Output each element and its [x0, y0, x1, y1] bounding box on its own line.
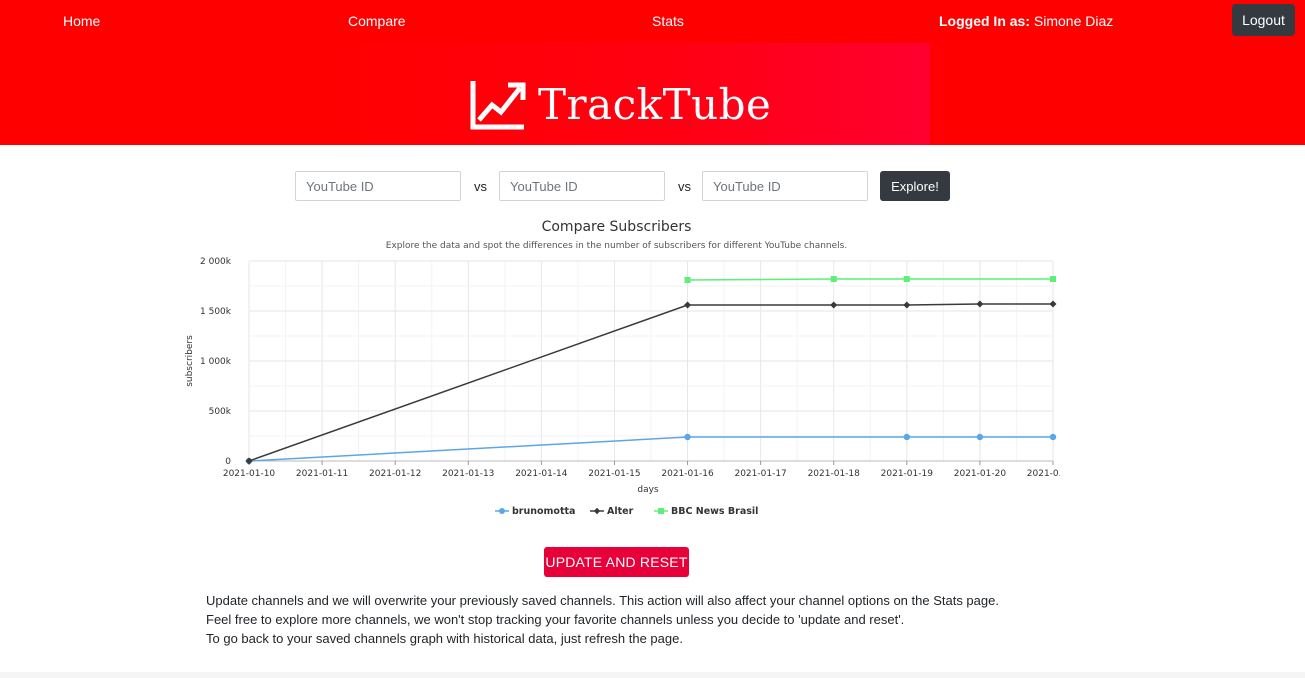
x-tick-label: 2021-01-20	[954, 469, 1007, 479]
legend-marker	[499, 508, 505, 514]
x-tick-label: 2021-01-14	[515, 469, 568, 479]
vs-label-1: vs	[474, 179, 487, 194]
info-text-line-2: Feel free to explore more channels, we w…	[206, 612, 905, 627]
youtube-id-input-3[interactable]	[702, 171, 868, 201]
legend-label: brunomotta	[512, 506, 575, 517]
youtube-id-input-2[interactable]	[499, 171, 665, 201]
data-point	[1050, 276, 1056, 282]
x-tick-label: 2021-01-11	[296, 469, 348, 479]
info-text-line-3: To go back to your saved channels graph …	[206, 631, 683, 646]
info-text-line-1: Update channels and we will overwrite yo…	[206, 593, 999, 608]
x-tick-label: 2021-0...	[1027, 469, 1060, 479]
y-tick-label: 1 000k	[200, 357, 232, 367]
data-point	[684, 277, 691, 283]
data-point	[245, 457, 253, 465]
data-point	[684, 301, 692, 309]
x-axis-title: days	[637, 485, 659, 495]
data-point	[1049, 433, 1057, 441]
x-tick-label: 2021-01-10	[223, 469, 276, 479]
nav-compare-link[interactable]: Compare	[348, 13, 406, 29]
top-navbar: Home Compare Stats Logged In as: Simone …	[0, 0, 1305, 145]
y-tick-label: 2 000k	[200, 257, 232, 267]
x-tick-label: 2021-01-18	[808, 469, 861, 479]
data-point	[830, 301, 838, 309]
data-point	[903, 433, 911, 441]
nav-home-link[interactable]: Home	[63, 13, 100, 29]
x-tick-label: 2021-01-16	[661, 469, 714, 479]
y-tick-label: 1 500k	[200, 307, 232, 317]
data-point	[976, 433, 984, 441]
y-tick-label: 500k	[209, 407, 232, 417]
nav-stats-link[interactable]: Stats	[652, 13, 684, 29]
logged-in-status: Logged In as: Simone Diaz	[939, 13, 1113, 29]
legend-marker	[593, 507, 601, 515]
youtube-id-input-1[interactable]	[295, 171, 461, 201]
logged-in-label: Logged In as:	[939, 13, 1030, 29]
x-tick-label: 2021-01-12	[369, 469, 421, 479]
chart-canvas: 0 500k 1 000k 1 500k 2 000k 2021-01-10 2021-01…	[185, 257, 1060, 517]
data-point	[976, 300, 984, 308]
footer-strip	[0, 672, 1305, 678]
data-point	[903, 276, 910, 282]
data-point	[1049, 300, 1057, 308]
explore-button[interactable]: Explore!	[880, 171, 950, 201]
trending-up-icon	[470, 81, 526, 130]
subscribers-chart: Compare Subscribers Explore the data and…	[180, 212, 1060, 532]
brand-logo-text: TrackTube	[538, 80, 772, 129]
x-tick-label: 2021-01-13	[442, 469, 494, 479]
legend-label: BBC News Brasil	[671, 506, 758, 517]
user-name: Simone Diaz	[1033, 13, 1114, 29]
x-tick-label: 2021-01-15	[588, 469, 640, 479]
vs-label-2: vs	[678, 179, 691, 194]
data-point	[684, 433, 691, 441]
logout-button[interactable]: Logout	[1232, 4, 1295, 36]
update-and-reset-button[interactable]: UPDATE AND RESET	[544, 547, 689, 577]
legend-marker	[658, 508, 664, 514]
x-tick-label: 2021-01-17	[734, 469, 786, 479]
data-point	[830, 276, 837, 282]
y-tick-label: 0	[225, 457, 231, 467]
x-tick-label: 2021-01-19	[881, 469, 934, 479]
y-axis-title: subscribers	[185, 335, 195, 387]
legend-label: Alter	[607, 506, 634, 517]
data-point	[903, 301, 911, 309]
